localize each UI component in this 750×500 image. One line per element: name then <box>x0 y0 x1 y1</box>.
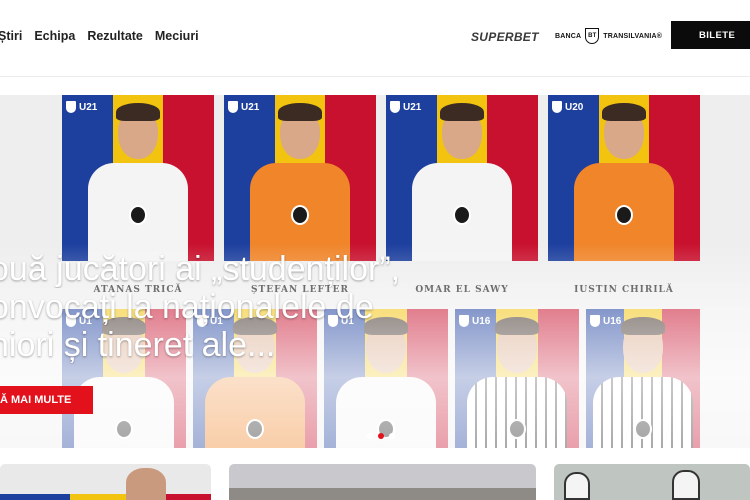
age-group-label: U20 <box>565 101 584 113</box>
age-group-badge: U21 <box>228 101 259 113</box>
player-hair <box>602 103 646 121</box>
bt-logo-right-text: TRANSILVANIA® <box>603 32 663 40</box>
nav-item-meciuri[interactable]: Meciuri <box>155 29 199 43</box>
headline-line: onvocați la naționalele de <box>0 288 374 326</box>
player-card: U16 <box>455 309 579 448</box>
news-card-1[interactable] <box>0 464 211 500</box>
slider-pagination <box>367 433 395 439</box>
stadium-photo <box>229 488 536 500</box>
player-hair <box>116 103 160 121</box>
club-shield-icon <box>66 101 76 113</box>
bt-shield-icon: BT <box>585 28 600 44</box>
slider-dot[interactable] <box>367 433 373 439</box>
club-shield-icon <box>590 315 600 327</box>
club-shield-icon <box>390 101 400 113</box>
read-more-button[interactable]: Ă MAI MULTE <box>0 386 93 414</box>
player-card: U20 <box>548 95 700 261</box>
bt-logo-left-text: BANCA <box>555 32 582 40</box>
nav-item-rezultate[interactable]: Rezultate <box>87 29 143 43</box>
club-crest-icon <box>129 205 147 225</box>
player-hair <box>440 103 484 121</box>
age-group-badge: U16 <box>459 315 490 327</box>
club-crest-icon <box>615 205 633 225</box>
player-photo <box>672 470 700 500</box>
site-header: Știri Echipa Rezultate Meciuri SUPERBET … <box>0 0 750 77</box>
news-card-2[interactable] <box>229 464 536 500</box>
player-hair <box>495 317 539 335</box>
club-crest-icon <box>634 419 652 439</box>
player-photo <box>564 472 590 500</box>
tickets-button[interactable]: BILETE <box>671 21 750 49</box>
player-card: U21 <box>386 95 538 261</box>
slider-dot[interactable] <box>389 433 395 439</box>
age-group-label: U21 <box>403 101 422 113</box>
age-group-label: U21 <box>241 101 260 113</box>
club-crest-icon <box>115 419 133 439</box>
club-crest-icon <box>508 419 526 439</box>
club-crest-icon <box>291 205 309 225</box>
club-shield-icon <box>552 101 562 113</box>
age-group-label: U16 <box>603 315 622 327</box>
club-shield-icon <box>459 315 469 327</box>
headline-line: ouă jucători ai „studenților”, <box>0 250 401 288</box>
club-shield-icon <box>228 101 238 113</box>
news-card-3[interactable] <box>554 464 750 500</box>
slider-dot-active[interactable] <box>378 433 384 439</box>
age-group-label: U16 <box>472 315 491 327</box>
player-name: IUSTIN CHIRILĂ <box>574 285 674 295</box>
age-group-label: U21 <box>79 101 98 113</box>
player-card: U21 <box>224 95 376 261</box>
flag-strip <box>0 494 211 500</box>
nav-item-echipa[interactable]: Echipa <box>34 29 75 43</box>
hero-headline[interactable]: ouă jucători ai „studenților”, onvocați … <box>0 250 460 364</box>
headline-line: niori și tineret ale... <box>0 326 276 364</box>
player-card: U21 <box>62 95 214 261</box>
age-group-badge: U20 <box>552 101 583 113</box>
player-photo <box>126 468 166 500</box>
superbet-logo[interactable]: SUPERBET <box>471 30 539 44</box>
club-crest-icon <box>453 205 471 225</box>
player-hair <box>278 103 322 121</box>
age-group-badge: U16 <box>590 315 621 327</box>
age-group-badge: U21 <box>390 101 421 113</box>
age-group-badge: U21 <box>66 101 97 113</box>
player-card: U16 <box>586 309 700 448</box>
nav-item-stiri[interactable]: Știri <box>0 29 22 43</box>
player-hair <box>621 317 665 335</box>
club-crest-icon <box>246 419 264 439</box>
banca-transilvania-logo[interactable]: BANCA BT TRANSILVANIA® <box>555 28 662 44</box>
main-nav: Știri Echipa Rezultate Meciuri <box>0 29 199 43</box>
